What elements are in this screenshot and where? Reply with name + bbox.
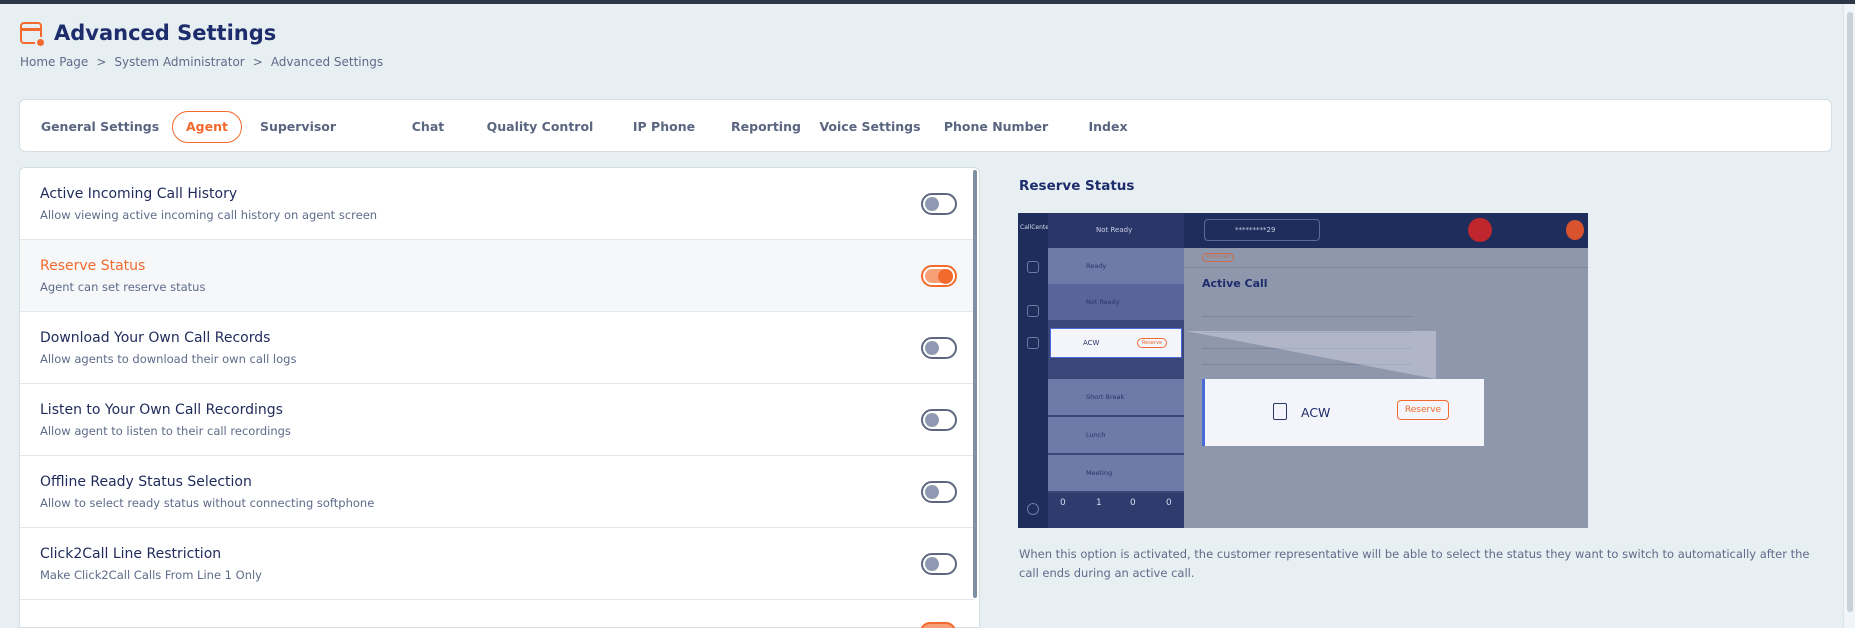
breadcrumb-separator: > xyxy=(252,55,263,69)
page-header: Advanced Settings xyxy=(20,18,276,48)
tab-general-settings[interactable]: General Settings xyxy=(38,111,162,143)
preview-nav-icon xyxy=(1027,261,1039,273)
setting-title: Click2Call Line Restriction xyxy=(40,546,222,562)
document-icon xyxy=(1273,403,1287,420)
preview-phone-number: *********29 xyxy=(1204,219,1320,241)
breadcrumb-system-administrator[interactable]: System Administrator xyxy=(114,55,244,69)
preview-logo: CallCenter xyxy=(1020,224,1052,231)
preview-menu-item: Lunch xyxy=(1086,431,1106,439)
preview-zoom-highlight xyxy=(1186,331,1436,379)
listen-call-recordings-toggle[interactable] xyxy=(921,409,957,431)
setting-description: Agent can set reserve status xyxy=(40,280,206,294)
preview-acw-zoom: ACW Reserve xyxy=(1202,379,1484,446)
preview-stat: 0 xyxy=(1130,498,1136,508)
tab-chat[interactable]: Chat xyxy=(398,111,458,143)
preview-menu-item: Not Ready xyxy=(1086,298,1120,306)
page-scrollbar[interactable] xyxy=(1843,4,1855,628)
tab-index[interactable]: Index xyxy=(1070,111,1146,143)
reserve-status-toggle[interactable] xyxy=(921,265,957,287)
setting-description: Allow agents to download their own call … xyxy=(40,352,297,366)
window-top-bar xyxy=(0,0,1855,4)
setting-row-download-call-records[interactable]: Download Your Own Call Records Allow age… xyxy=(20,312,974,384)
setting-title: Reserve Status xyxy=(40,258,146,274)
setting-row-reserve-status[interactable]: Reserve Status Agent can set reserve sta… xyxy=(20,240,974,312)
settings-tabs: General Settings Agent Supervisor Chat Q… xyxy=(19,99,1832,152)
setting-row-listen-call-recordings[interactable]: Listen to Your Own Call Recordings Allow… xyxy=(20,384,974,456)
tab-reporting[interactable]: Reporting xyxy=(720,111,812,143)
preview-menu-item: Ready xyxy=(1086,262,1107,270)
tab-agent[interactable]: Agent xyxy=(172,111,242,143)
tab-ip-phone[interactable]: IP Phone xyxy=(624,111,704,143)
preview-description: When this option is activated, the custo… xyxy=(1019,547,1810,580)
setting-row-active-incoming-call-history[interactable]: Active Incoming Call History Allow viewi… xyxy=(20,168,974,240)
breadcrumb-separator: > xyxy=(96,55,107,69)
breadcrumb: Home Page > System Administrator > Advan… xyxy=(20,55,383,69)
preview-menu-item: Meeting xyxy=(1086,469,1113,477)
click2call-line-restriction-toggle[interactable] xyxy=(921,553,957,575)
next-setting-toggle[interactable] xyxy=(920,622,956,628)
settings-list: Active Incoming Call History Allow viewi… xyxy=(19,167,980,628)
preview-stat: 0 xyxy=(1060,498,1066,508)
preview-active-tab: Active Call xyxy=(1202,253,1234,262)
setting-title: Download Your Own Call Records xyxy=(40,330,271,346)
active-incoming-call-history-toggle[interactable] xyxy=(921,193,957,215)
preview-hangup-icon xyxy=(1468,218,1492,242)
preview-content-title: Active Call xyxy=(1202,277,1268,290)
breadcrumb-current: Advanced Settings xyxy=(270,55,384,69)
setting-row-offline-ready-status[interactable]: Offline Ready Status Selection Allow to … xyxy=(20,456,974,528)
setting-description: Allow viewing active incoming call histo… xyxy=(40,208,378,222)
tab-voice-settings[interactable]: Voice Settings xyxy=(814,111,926,143)
preview-nav-icon xyxy=(1027,337,1039,349)
download-call-records-toggle[interactable] xyxy=(921,337,957,359)
settings-window-icon xyxy=(20,22,46,48)
preview-avatar xyxy=(1027,503,1039,515)
setting-description: Allow to select ready status without con… xyxy=(40,496,375,510)
preview-stat: 1 xyxy=(1096,498,1102,508)
page-title: Advanced Settings xyxy=(54,21,277,45)
preview-menu-item: Short Break xyxy=(1086,393,1125,401)
setting-title: Offline Ready Status Selection xyxy=(40,474,252,490)
preview-status-select: Not Ready xyxy=(1096,226,1133,234)
tab-supervisor[interactable]: Supervisor xyxy=(252,111,344,143)
setting-row-click2call-line-restriction[interactable]: Click2Call Line Restriction Make Click2C… xyxy=(20,528,974,600)
breadcrumb-home[interactable]: Home Page xyxy=(20,55,88,69)
setting-title: Active Incoming Call History xyxy=(40,186,238,202)
preview-nav-icon xyxy=(1027,305,1039,317)
reserve-status-preview-image: CallCenter Not Ready Ready Not Ready ACW… xyxy=(1018,213,1588,528)
offline-ready-status-toggle[interactable] xyxy=(921,481,957,503)
preview-status-menu: Not Ready Ready Not Ready ACW Reserve Sh… xyxy=(1048,213,1184,528)
tab-phone-number[interactable]: Phone Number xyxy=(938,111,1054,143)
setting-description: Allow agent to listen to their call reco… xyxy=(40,424,291,438)
preview-acw-label: ACW xyxy=(1083,339,1100,347)
setting-title: Listen to Your Own Call Recordings xyxy=(40,402,283,418)
preview-acw-item: ACW Reserve xyxy=(1050,328,1182,358)
preview-zoom-reserve-button: Reserve xyxy=(1397,400,1449,420)
tab-quality-control[interactable]: Quality Control xyxy=(480,111,600,143)
preview-reserve-badge: Reserve xyxy=(1136,338,1167,348)
preview-stats: 0 1 0 0 xyxy=(1048,493,1184,528)
preview-topbar: *********29 xyxy=(1184,213,1588,248)
preview-zoom-acw-label: ACW xyxy=(1301,405,1331,420)
preview-mute-icon xyxy=(1566,220,1584,240)
preview-title: Reserve Status xyxy=(1019,178,1135,194)
settings-list-scrollbar[interactable] xyxy=(973,170,977,598)
preview-sidebar: CallCenter xyxy=(1018,213,1052,528)
preview-stat: 0 xyxy=(1166,498,1172,508)
setting-description: Make Click2Call Calls From Line 1 Only xyxy=(40,568,262,582)
